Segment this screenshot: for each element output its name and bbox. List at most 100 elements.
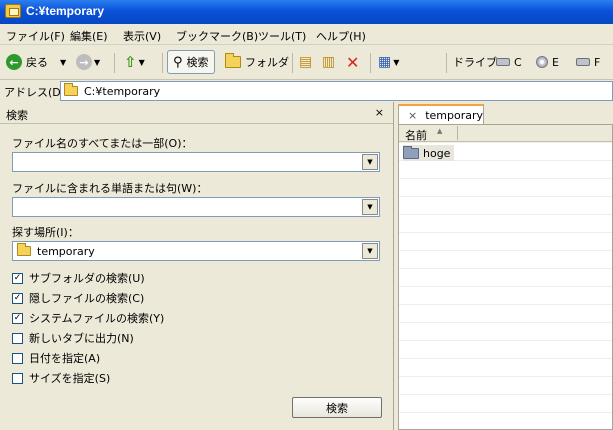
view-mode-button[interactable]: ▦ ▼ [378, 50, 399, 74]
toolbar: ← 戻る ▼ → ▼ ⇧ ▼ ⚲ 検索 フォルダ ▤ ▥ ✕ ▦ ▼ ドライブ … [0, 45, 613, 80]
tab-close-icon[interactable]: × [408, 109, 417, 122]
window-icon [5, 4, 21, 18]
list-item[interactable]: hoge [403, 145, 455, 161]
up-arrow-icon: ⇧ [124, 53, 137, 71]
checkbox-box[interactable]: ✓ [12, 312, 23, 324]
drive-c-button[interactable]: C [496, 50, 522, 74]
date-checkbox[interactable]: 日付を指定(A) [12, 350, 100, 366]
checkbox-label: 新しいタブに出力(N) [29, 332, 134, 345]
content-label: ファイルに含まれる単語または句(W)： [12, 182, 208, 195]
search-panel: 検索 × ファイル名のすべてまたは一部(O)： ▼ ファイルに含まれる単語または… [0, 102, 394, 430]
checkbox-box[interactable]: ✓ [12, 272, 23, 284]
checkbox-box[interactable] [12, 352, 23, 364]
drive-f-button[interactable]: F [576, 50, 600, 74]
drive-label: ドライブ [453, 56, 497, 69]
view-grid-icon: ▦ [378, 54, 392, 70]
move-to-button[interactable]: ▤ [299, 50, 312, 74]
menu-bookmark[interactable]: ブックマーク(B) [176, 28, 258, 44]
menu-tools[interactable]: ツール(T) [258, 28, 306, 44]
column-header-name[interactable]: 名前 ▲ [399, 125, 612, 142]
menu-help[interactable]: ヘルプ(H) [316, 28, 366, 44]
toolbar-separator [370, 53, 371, 73]
back-button[interactable]: ← 戻る [6, 50, 48, 74]
location-label: 探す場所(I)： [12, 226, 79, 239]
toolbar-separator [162, 53, 163, 73]
move-to-icon: ▤ [299, 54, 313, 70]
size-checkbox[interactable]: サイズを指定(S) [12, 370, 110, 386]
menu-view[interactable]: 表示(V) [123, 28, 161, 44]
file-view: × temporary 名前 ▲ hoge [395, 102, 613, 430]
search-panel-title: 検索 [6, 109, 28, 122]
address-bar: アドレス(D) C:¥temporary [0, 80, 613, 102]
removable-drive-icon [576, 58, 590, 66]
checkbox-label: 日付を指定(A) [29, 352, 101, 365]
tab-temporary[interactable]: × temporary [398, 104, 484, 124]
search-panel-header: 検索 × [0, 102, 393, 124]
chevron-down-icon[interactable]: ▼ [362, 243, 378, 259]
address-label: アドレス(D) [4, 86, 66, 99]
location-combo[interactable]: temporary ▼ [12, 241, 380, 261]
address-value: C:¥temporary [84, 84, 161, 98]
column-name-label: 名前 [405, 129, 427, 142]
search-icon: ⚲ [173, 54, 183, 70]
folder-label: フォルダ [245, 56, 289, 69]
back-arrow-icon: ← [6, 54, 22, 70]
folder-icon [17, 243, 31, 256]
drive-f-label: F [594, 55, 601, 69]
dropdown-arrow-icon: ▼ [94, 57, 101, 67]
subfolder-checkbox[interactable]: ✓ サブフォルダの検索(U) [12, 270, 145, 286]
checkbox-box[interactable] [12, 372, 23, 384]
back-label: 戻る [26, 56, 48, 69]
menu-bar: ファイル(F) 編集(E) 表示(V) ブックマーク(B) ツール(T) ヘルプ… [0, 24, 613, 45]
hard-drive-icon [496, 58, 510, 66]
chevron-down-icon[interactable]: ▼ [362, 154, 378, 170]
chevron-down-icon[interactable]: ▼ [362, 199, 378, 215]
drive-e-label: E [552, 55, 559, 69]
sort-ascending-icon: ▲ [437, 127, 443, 135]
address-input[interactable]: C:¥temporary [60, 81, 613, 101]
copy-to-icon: ▥ [322, 54, 336, 70]
dropdown-arrow-icon: ▼ [138, 57, 145, 67]
up-folder-button[interactable]: ⇧ ▼ [124, 50, 145, 74]
search-label: 検索 [186, 56, 209, 69]
delete-button[interactable]: ✕ [346, 50, 359, 74]
close-icon[interactable]: × [375, 106, 384, 119]
dropdown-arrow-icon: ▼ [60, 57, 67, 67]
delete-icon: ✕ [346, 52, 360, 72]
new-tab-checkbox[interactable]: 新しいタブに出力(N) [12, 330, 134, 346]
list-item-label: hoge [423, 146, 451, 160]
filename-label: ファイル名のすべてまたは一部(O)： [12, 137, 193, 150]
folder-icon [403, 145, 419, 159]
toolbar-separator [446, 53, 447, 73]
window-title: C:¥temporary [26, 4, 105, 18]
forward-button[interactable]: → ▼ [76, 50, 100, 74]
menu-file[interactable]: ファイル(F) [6, 28, 65, 44]
content-combo[interactable]: ▼ [12, 197, 380, 217]
checkbox-label: システムファイルの検索(Y) [29, 312, 165, 325]
system-files-checkbox[interactable]: ✓ システムファイルの検索(Y) [12, 310, 164, 326]
drive-e-button[interactable]: E [536, 50, 559, 74]
filename-combo[interactable]: ▼ [12, 152, 380, 172]
checkbox-label: サイズを指定(S) [29, 372, 111, 385]
forward-arrow-icon: → [76, 54, 92, 70]
search-submit-button[interactable]: 検索 [292, 397, 382, 418]
menu-edit[interactable]: 編集(E) [70, 28, 108, 44]
hidden-files-checkbox[interactable]: ✓ 隠しファイルの検索(C) [12, 290, 144, 306]
checkbox-label: サブフォルダの検索(U) [29, 272, 145, 285]
toolbar-separator [114, 53, 115, 73]
location-value: temporary [37, 244, 95, 258]
search-button[interactable]: ⚲ 検索 [167, 50, 215, 74]
back-dropdown[interactable]: ▼ [58, 50, 66, 74]
checkbox-label: 隠しファイルの検索(C) [29, 292, 145, 305]
folder-button[interactable]: フォルダ [225, 50, 289, 74]
column-divider[interactable] [457, 126, 458, 140]
toolbar-separator [292, 53, 293, 73]
copy-to-button[interactable]: ▥ [322, 50, 335, 74]
cd-drive-icon [536, 56, 548, 68]
title-bar: C:¥temporary [0, 0, 613, 24]
checkbox-box[interactable]: ✓ [12, 292, 23, 304]
checkbox-box[interactable] [12, 332, 23, 344]
dropdown-arrow-icon: ▼ [393, 57, 400, 67]
drive-c-label: C [514, 55, 522, 69]
file-list[interactable]: 名前 ▲ hoge [398, 124, 613, 430]
